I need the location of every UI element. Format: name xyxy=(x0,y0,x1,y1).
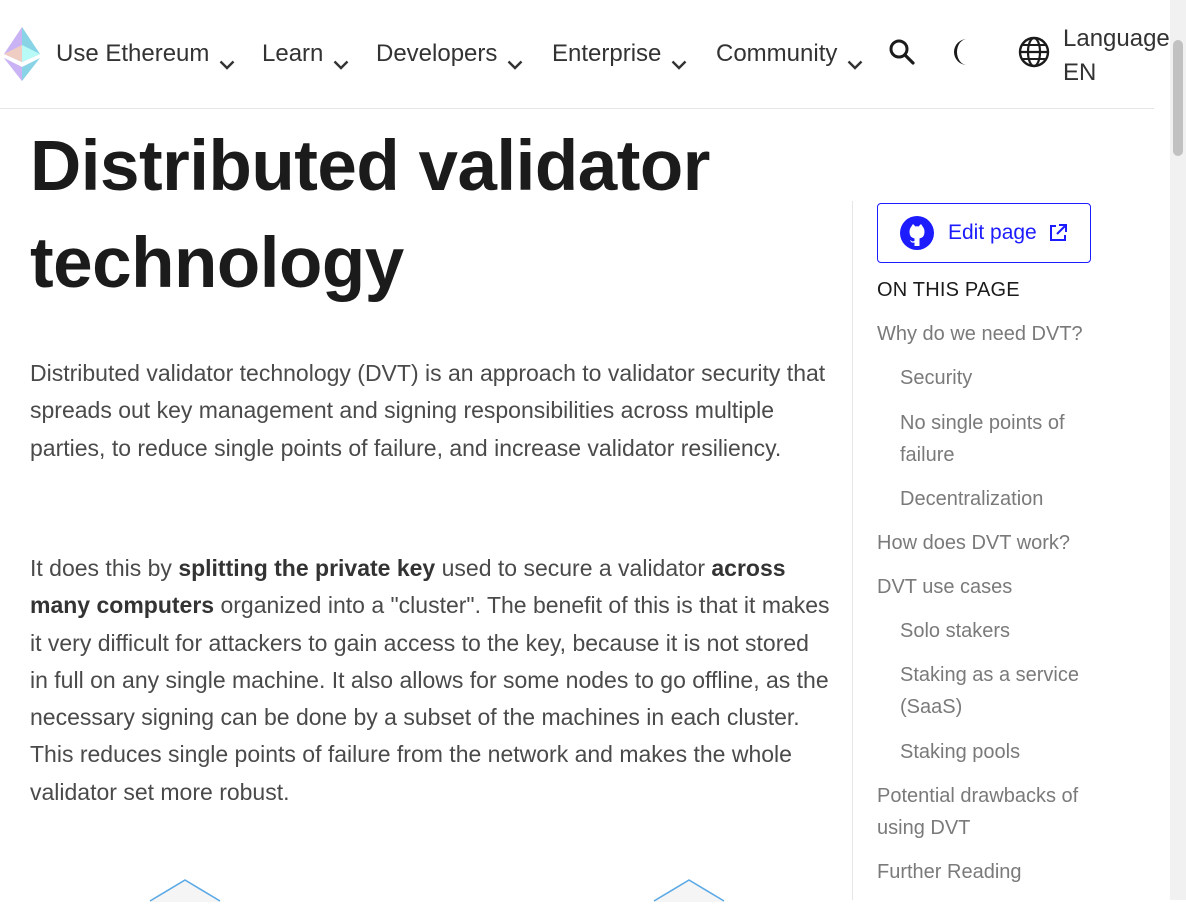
toc-link-how-dvt-works[interactable]: How does DVT work? xyxy=(877,527,1117,559)
nav-label: Enterprise xyxy=(552,40,662,67)
language-code[interactable]: EN xyxy=(1063,54,1096,91)
page-title: Distributed validator technology xyxy=(30,127,710,303)
chevron-down-icon xyxy=(671,49,687,70)
edit-page-button[interactable]: Edit page xyxy=(877,203,1091,263)
nav-enterprise[interactable]: Enterprise xyxy=(552,36,687,72)
paragraph-text: It does this by xyxy=(30,555,179,581)
github-icon xyxy=(900,216,934,250)
nav-use-ethereum[interactable]: Use Ethereum xyxy=(56,36,235,72)
chevron-down-icon xyxy=(847,49,863,70)
chevron-down-icon xyxy=(507,49,523,70)
nav-label: Developers xyxy=(376,40,498,67)
edit-page-label: Edit page xyxy=(948,221,1037,244)
intro-paragraph: Distributed validator technology (DVT) i… xyxy=(30,360,826,461)
toc-link-use-cases[interactable]: DVT use cases xyxy=(877,571,1117,603)
toc-link-solo-stakers[interactable]: Solo stakers xyxy=(900,615,1100,647)
top-navigation-bar: Use Ethereum Learn Developers Enterprise… xyxy=(0,0,1170,109)
toc-link-staking-as-service[interactable]: Staking as a service (SaaS) xyxy=(900,659,1100,723)
toc-link-security[interactable]: Security xyxy=(900,362,1100,394)
nav-label: Use Ethereum xyxy=(56,40,210,67)
globe-icon xyxy=(1018,36,1050,73)
external-link-icon xyxy=(1048,223,1068,243)
nav-label: Community xyxy=(716,40,838,67)
toc-heading: ON THIS PAGE xyxy=(877,279,1020,301)
language-label[interactable]: Language xyxy=(1063,20,1170,57)
diagram-illustration xyxy=(148,872,222,902)
nav-learn[interactable]: Learn xyxy=(262,36,349,72)
moon-icon xyxy=(954,37,982,72)
paragraph-text: organized into a "cluster". The benefit … xyxy=(30,592,830,805)
nav-label: Learn xyxy=(262,40,324,67)
toc-link-staking-pools[interactable]: Staking pools xyxy=(900,736,1100,768)
bold-text: splitting the private key xyxy=(178,555,436,581)
toc-link-why-dvt[interactable]: Why do we need DVT? xyxy=(877,318,1117,350)
toc-link-decentralization[interactable]: Decentralization xyxy=(900,483,1100,515)
paragraph-text: used to secure a validator xyxy=(435,555,712,581)
toc-link-no-single-points[interactable]: No single points of failure xyxy=(900,407,1100,471)
search-button[interactable] xyxy=(886,38,918,70)
chevron-down-icon xyxy=(333,49,349,70)
explanation-paragraph: It does this by splitting the private ke… xyxy=(30,550,830,811)
toc-link-drawbacks[interactable]: Potential drawbacks of using DVT xyxy=(877,780,1117,844)
ethereum-logo[interactable] xyxy=(4,27,40,81)
search-icon xyxy=(888,38,916,71)
language-button[interactable] xyxy=(1017,36,1051,73)
scrollbar-thumb[interactable] xyxy=(1173,40,1183,156)
chevron-down-icon xyxy=(219,49,235,70)
nav-developers[interactable]: Developers xyxy=(376,36,523,72)
nav-community[interactable]: Community xyxy=(716,36,863,72)
sidebar-divider xyxy=(852,201,853,900)
theme-toggle-button[interactable] xyxy=(952,38,984,70)
toc-link-further-reading[interactable]: Further Reading xyxy=(877,856,1117,888)
diagram-illustration xyxy=(652,872,726,902)
